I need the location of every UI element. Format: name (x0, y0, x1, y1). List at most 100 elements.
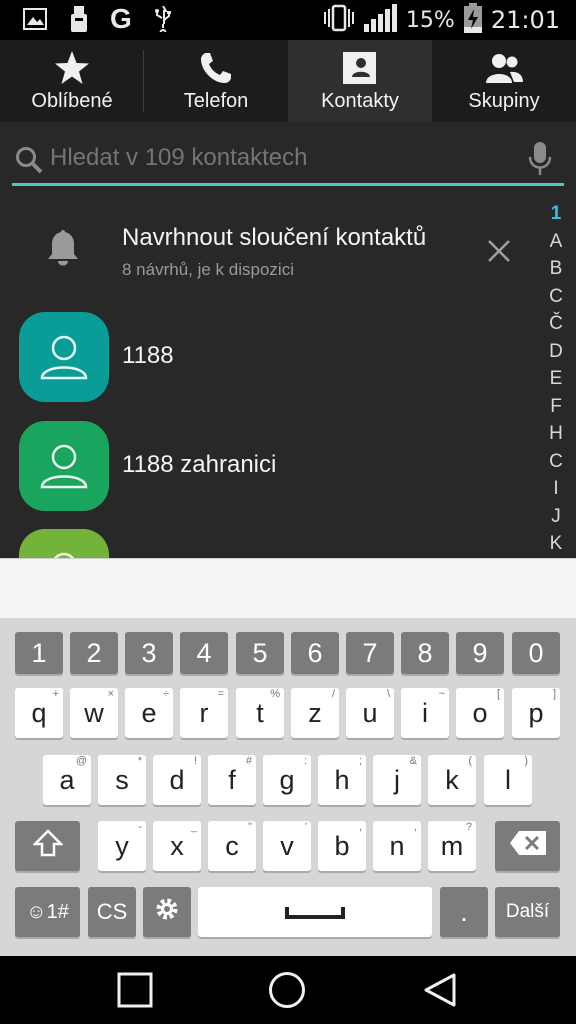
tab-contacts[interactable]: Kontakty (288, 40, 432, 122)
key-s[interactable]: s * (98, 755, 146, 805)
index-letter[interactable]: H (549, 420, 563, 448)
contact-name: 1188 zahranici (122, 451, 277, 478)
key-p[interactable]: p] (512, 688, 560, 738)
key-8[interactable]: 8 (401, 632, 449, 674)
usb-icon (150, 6, 176, 32)
key-4[interactable]: 4 (180, 632, 228, 674)
key-5[interactable]: 5 (236, 632, 284, 674)
language-key[interactable]: CS (88, 887, 136, 937)
key-w[interactable]: w × (70, 688, 118, 738)
tab-label: Kontakty (321, 90, 399, 112)
tab-bar: Oblíbené Telefon Kontakty Skupiny (0, 40, 576, 122)
tab-phone[interactable]: Telefon (144, 40, 288, 122)
phone-icon (199, 46, 233, 90)
key-g[interactable]: g: (263, 755, 311, 805)
key-7[interactable]: 7 (346, 632, 394, 674)
key-z[interactable]: z / (291, 688, 339, 738)
key-f[interactable]: f # (208, 755, 256, 805)
key-char: n (389, 830, 405, 861)
space-key[interactable] (198, 887, 432, 937)
shift-key[interactable] (15, 821, 80, 871)
key-char: x (170, 830, 184, 861)
index-letter[interactable]: Č (549, 310, 563, 338)
key-hint: ~ (438, 688, 445, 700)
tab-favorites[interactable]: Oblíbené (0, 40, 144, 122)
key-hint: / (331, 688, 335, 700)
key-l[interactable]: l) (484, 755, 532, 805)
key-o[interactable]: o[ (456, 688, 504, 738)
close-icon[interactable] (486, 238, 512, 268)
key-r[interactable]: r = (180, 688, 228, 738)
alphabet-index[interactable]: 1 A B C Č D E F H C I J K (542, 200, 570, 558)
index-letter[interactable]: C (549, 283, 563, 311)
key-char: e (141, 697, 157, 728)
key-char: y (115, 830, 129, 861)
microphone-icon[interactable] (528, 142, 552, 180)
key-c[interactable]: c " (208, 821, 256, 871)
key-hint: × (107, 688, 114, 700)
index-letter[interactable]: 1 (551, 200, 562, 228)
index-letter[interactable]: I (553, 475, 558, 503)
period-key[interactable]: . (440, 887, 488, 937)
index-letter[interactable]: F (550, 393, 562, 421)
index-letter[interactable]: J (551, 503, 561, 531)
recent-apps-button[interactable] (115, 970, 155, 1010)
index-letter[interactable]: B (550, 255, 563, 283)
key-v[interactable]: v ' (263, 821, 311, 871)
key-char: m (440, 830, 464, 861)
keyboard: 1 2 3 4 5 6 7 8 9 0 q + w × e ÷ r = t% z / u \… (0, 618, 576, 956)
key-k[interactable]: k( (428, 755, 476, 805)
keyboard-suggestion-strip[interactable] (0, 558, 576, 618)
key-9[interactable]: 9 (456, 632, 504, 674)
index-letter[interactable]: C (549, 448, 563, 476)
key-j[interactable]: j & (373, 755, 421, 805)
contact-row[interactable] (0, 529, 540, 558)
key-2[interactable]: 2 (70, 632, 118, 674)
key-h[interactable]: h; (318, 755, 366, 805)
key-y[interactable]: y- (98, 821, 146, 871)
merge-suggestion[interactable]: Navrhnout sloučení kontaktů 8 návrhů, je… (0, 212, 540, 292)
key-char: l (505, 764, 511, 795)
key-t[interactable]: t% (236, 688, 284, 738)
contact-row[interactable]: 1188 zahranici (0, 421, 540, 513)
key-0[interactable]: 0 (512, 632, 560, 674)
key-b[interactable]: b, (318, 821, 366, 871)
search-input[interactable] (50, 144, 510, 172)
tab-label: Telefon (183, 90, 249, 112)
key-q[interactable]: q + (15, 688, 63, 738)
contact-row[interactable]: 1188 (0, 312, 540, 404)
key-hint: ] (552, 688, 556, 700)
key-e[interactable]: e ÷ (125, 688, 173, 738)
key-1[interactable]: 1 (15, 632, 63, 674)
key-hint: * (137, 755, 142, 767)
key-u[interactable]: u \ (346, 688, 394, 738)
key-char: o (472, 697, 488, 728)
key-m[interactable]: m? (428, 821, 476, 871)
key-n[interactable]: n, (373, 821, 421, 871)
index-letter[interactable]: D (549, 338, 563, 366)
key-a[interactable]: a @ (43, 755, 91, 805)
key-i[interactable]: i ~ (401, 688, 449, 738)
settings-key[interactable] (143, 887, 191, 937)
index-letter[interactable]: K (550, 530, 563, 558)
index-letter[interactable]: A (550, 228, 563, 256)
key-3[interactable]: 3 (125, 632, 173, 674)
key-hint: : (303, 755, 307, 767)
key-d[interactable]: d! (153, 755, 201, 805)
contacts-list-area: Navrhnout sloučení kontaktů 8 návrhů, je… (0, 122, 576, 558)
tab-groups[interactable]: Skupiny (432, 40, 576, 122)
index-letter[interactable]: E (550, 365, 563, 393)
back-button[interactable] (420, 970, 460, 1010)
key-char: w (84, 697, 104, 728)
home-button[interactable] (267, 970, 307, 1010)
next-key[interactable]: Další (495, 887, 560, 937)
backspace-key[interactable] (495, 821, 560, 871)
key-x[interactable]: x _ (153, 821, 201, 871)
key-char: u (362, 697, 378, 728)
emoji-symbols-key[interactable]: ☺1# (15, 887, 80, 937)
key-hint: # (245, 755, 252, 767)
key-char: a (59, 764, 75, 795)
star-icon (54, 46, 90, 90)
key-char: j (394, 764, 400, 795)
key-6[interactable]: 6 (291, 632, 339, 674)
